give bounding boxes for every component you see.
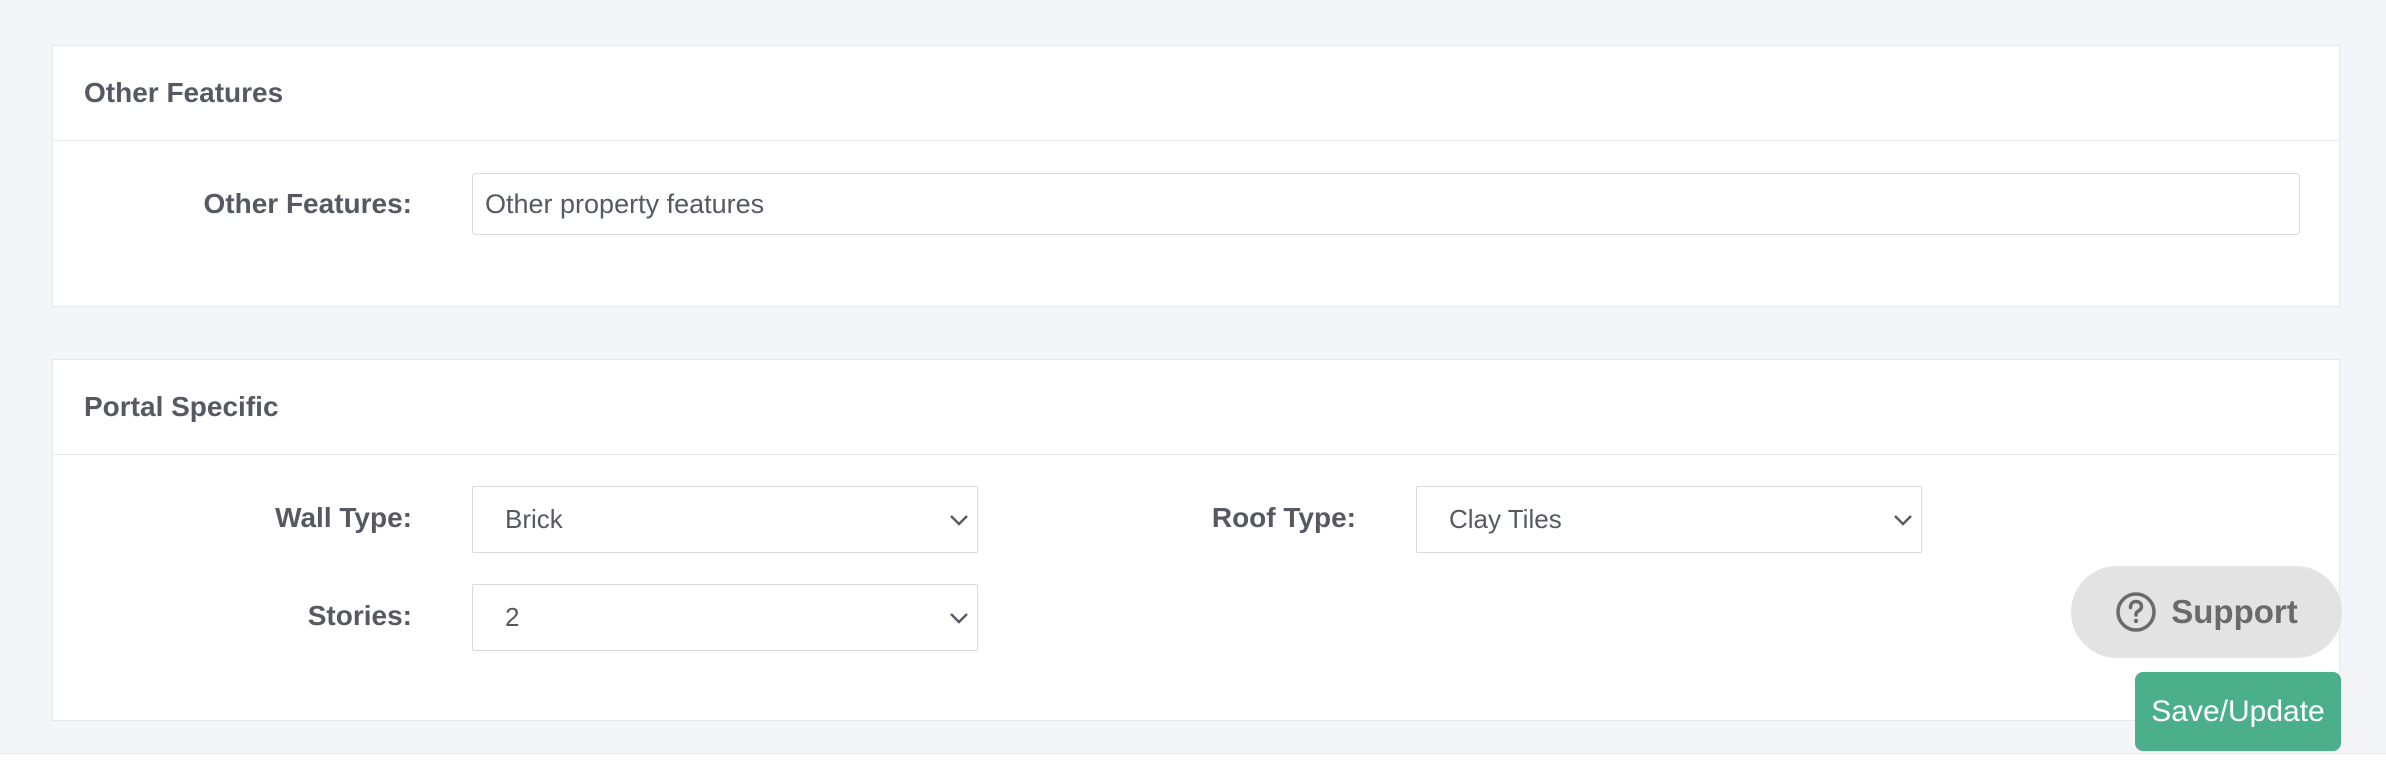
portal-specific-title: Portal Specific xyxy=(84,391,279,422)
save-update-button[interactable]: Save/Update xyxy=(2135,672,2341,751)
other-features-header: Other Features xyxy=(53,46,2339,141)
wall-type-label: Wall Type: xyxy=(275,502,412,533)
stories-select[interactable]: 2 xyxy=(472,584,978,651)
wall-type-select[interactable]: Brick xyxy=(472,486,978,553)
wall-type-value: Brick xyxy=(505,504,563,534)
support-button[interactable]: Support xyxy=(2071,566,2342,658)
chevron-down-icon xyxy=(950,612,968,624)
other-features-label: Other Features: xyxy=(203,188,413,219)
chevron-down-icon xyxy=(1894,514,1912,526)
portal-specific-panel: Portal Specific xyxy=(52,359,2340,721)
help-circle-icon xyxy=(2116,592,2156,632)
other-features-title: Other Features xyxy=(84,77,284,108)
chevron-down-icon xyxy=(950,514,968,526)
roof-type-label: Roof Type: xyxy=(1211,502,1356,533)
portal-specific-header: Portal Specific xyxy=(53,360,2339,455)
roof-type-value: Clay Tiles xyxy=(1449,504,1562,534)
footer-bar xyxy=(0,753,2386,784)
other-features-input[interactable] xyxy=(472,173,2300,235)
roof-type-select[interactable]: Clay Tiles xyxy=(1416,486,1922,553)
support-label: Support xyxy=(2171,593,2298,630)
stories-label: Stories: xyxy=(307,600,412,631)
stories-value: 2 xyxy=(505,602,520,632)
